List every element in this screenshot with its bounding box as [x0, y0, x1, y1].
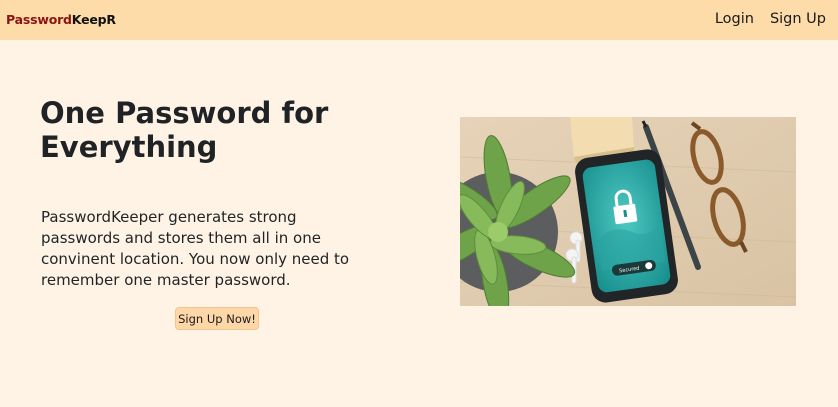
navbar: PasswordKeepR Login Sign Up: [0, 0, 838, 40]
hero-description: PasswordKeeper generates strong password…: [41, 208, 350, 289]
hero-image: Secured: [460, 117, 796, 306]
nav-links: Login Sign Up: [715, 11, 826, 27]
brand-part-password: Password: [6, 12, 72, 27]
hero-title: One Password for Everything: [40, 96, 329, 164]
signup-link[interactable]: Sign Up: [770, 11, 826, 27]
signup-now-button[interactable]: Sign Up Now!: [175, 307, 259, 330]
brand-part-keepr: KeepR: [71, 12, 116, 27]
brand-logo[interactable]: PasswordKeepR: [6, 12, 116, 27]
login-link[interactable]: Login: [715, 11, 754, 27]
